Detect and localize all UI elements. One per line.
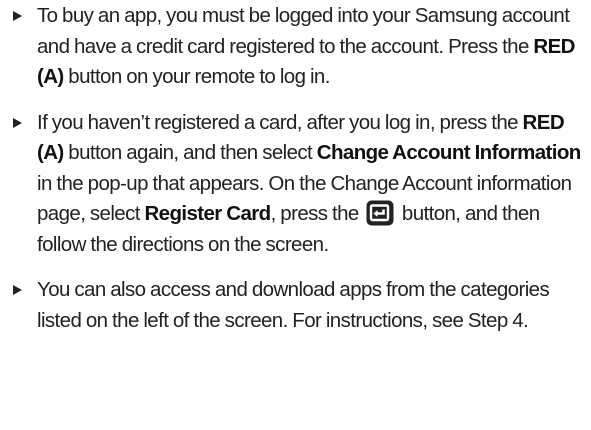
item-text: If you haven’t registered a card, after … xyxy=(37,110,523,134)
bullet-triangle-icon xyxy=(13,285,22,295)
list-item-register-card: If you haven’t registered a card, after … xyxy=(0,108,591,261)
bullet-triangle-icon xyxy=(13,117,22,128)
enter-button-icon xyxy=(366,200,394,226)
item-text: button on your remote to log in. xyxy=(63,65,330,88)
instruction-list: To buy an app, you must be logged into y… xyxy=(0,1,591,336)
item-text: , press the xyxy=(270,202,364,225)
list-item-login: To buy an app, you must be logged into y… xyxy=(0,1,591,93)
bullet-triangle-icon xyxy=(13,11,22,21)
change-account-information-label: Change Account Information xyxy=(316,141,582,164)
list-item-categories: You can also access and download apps fr… xyxy=(0,275,591,336)
item-text: To buy an app, you must be logged into y… xyxy=(37,4,570,58)
instruction-document: To buy an app, you must be logged into y… xyxy=(0,0,591,430)
item-text: button again, and then select xyxy=(63,141,317,164)
item-text: You can also access and download apps fr… xyxy=(37,278,550,332)
register-card-label: Register Card xyxy=(144,202,271,225)
